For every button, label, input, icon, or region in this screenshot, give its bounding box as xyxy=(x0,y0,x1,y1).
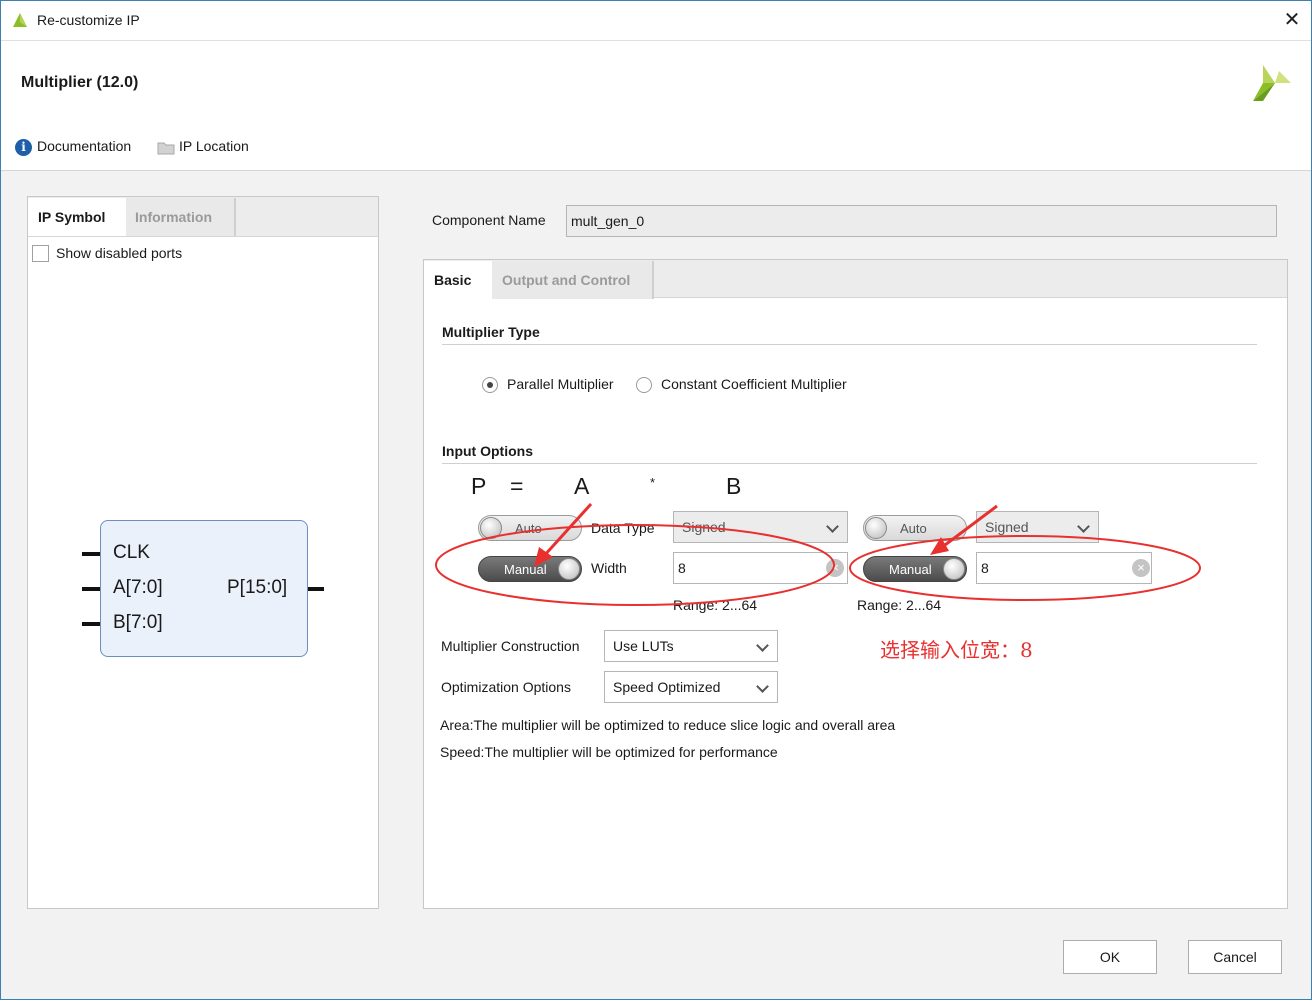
ok-button[interactable]: OK xyxy=(1063,940,1157,974)
annotation-ellipse-b xyxy=(849,535,1201,601)
annotation-ellipse-a xyxy=(435,524,835,606)
annotation-text: 选择输入位宽：8 xyxy=(880,638,1033,662)
annotation-arrow-a xyxy=(541,502,593,559)
annotation-overlay xyxy=(435,502,1201,606)
dialog-window: Re-customize IP ✕ Multiplier (12.0) i Do… xyxy=(0,0,1312,1000)
annotation-arrow-b xyxy=(940,504,998,550)
cancel-button[interactable]: Cancel xyxy=(1188,940,1282,974)
